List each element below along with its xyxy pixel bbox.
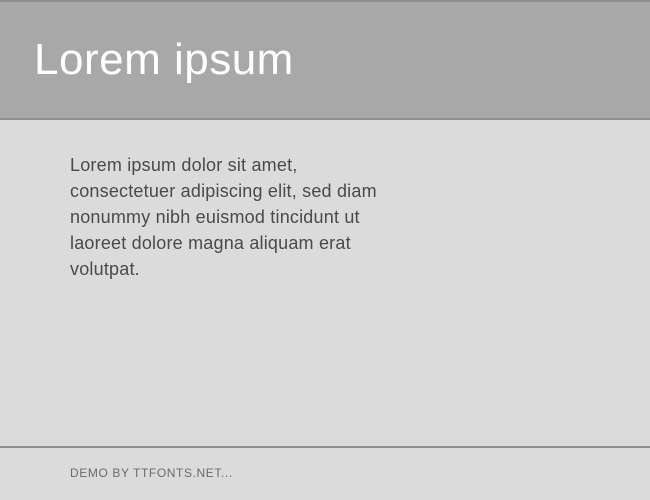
page-title: Lorem ipsum bbox=[34, 35, 294, 85]
content-area: Lorem ipsum dolor sit amet, consectetuer… bbox=[0, 120, 650, 448]
footer-attribution: DEMO BY TTFONTS.NET... bbox=[70, 466, 233, 480]
footer-bar: DEMO BY TTFONTS.NET... bbox=[0, 448, 650, 498]
body-paragraph: Lorem ipsum dolor sit amet, consectetuer… bbox=[70, 152, 400, 282]
header-bar: Lorem ipsum bbox=[0, 0, 650, 120]
